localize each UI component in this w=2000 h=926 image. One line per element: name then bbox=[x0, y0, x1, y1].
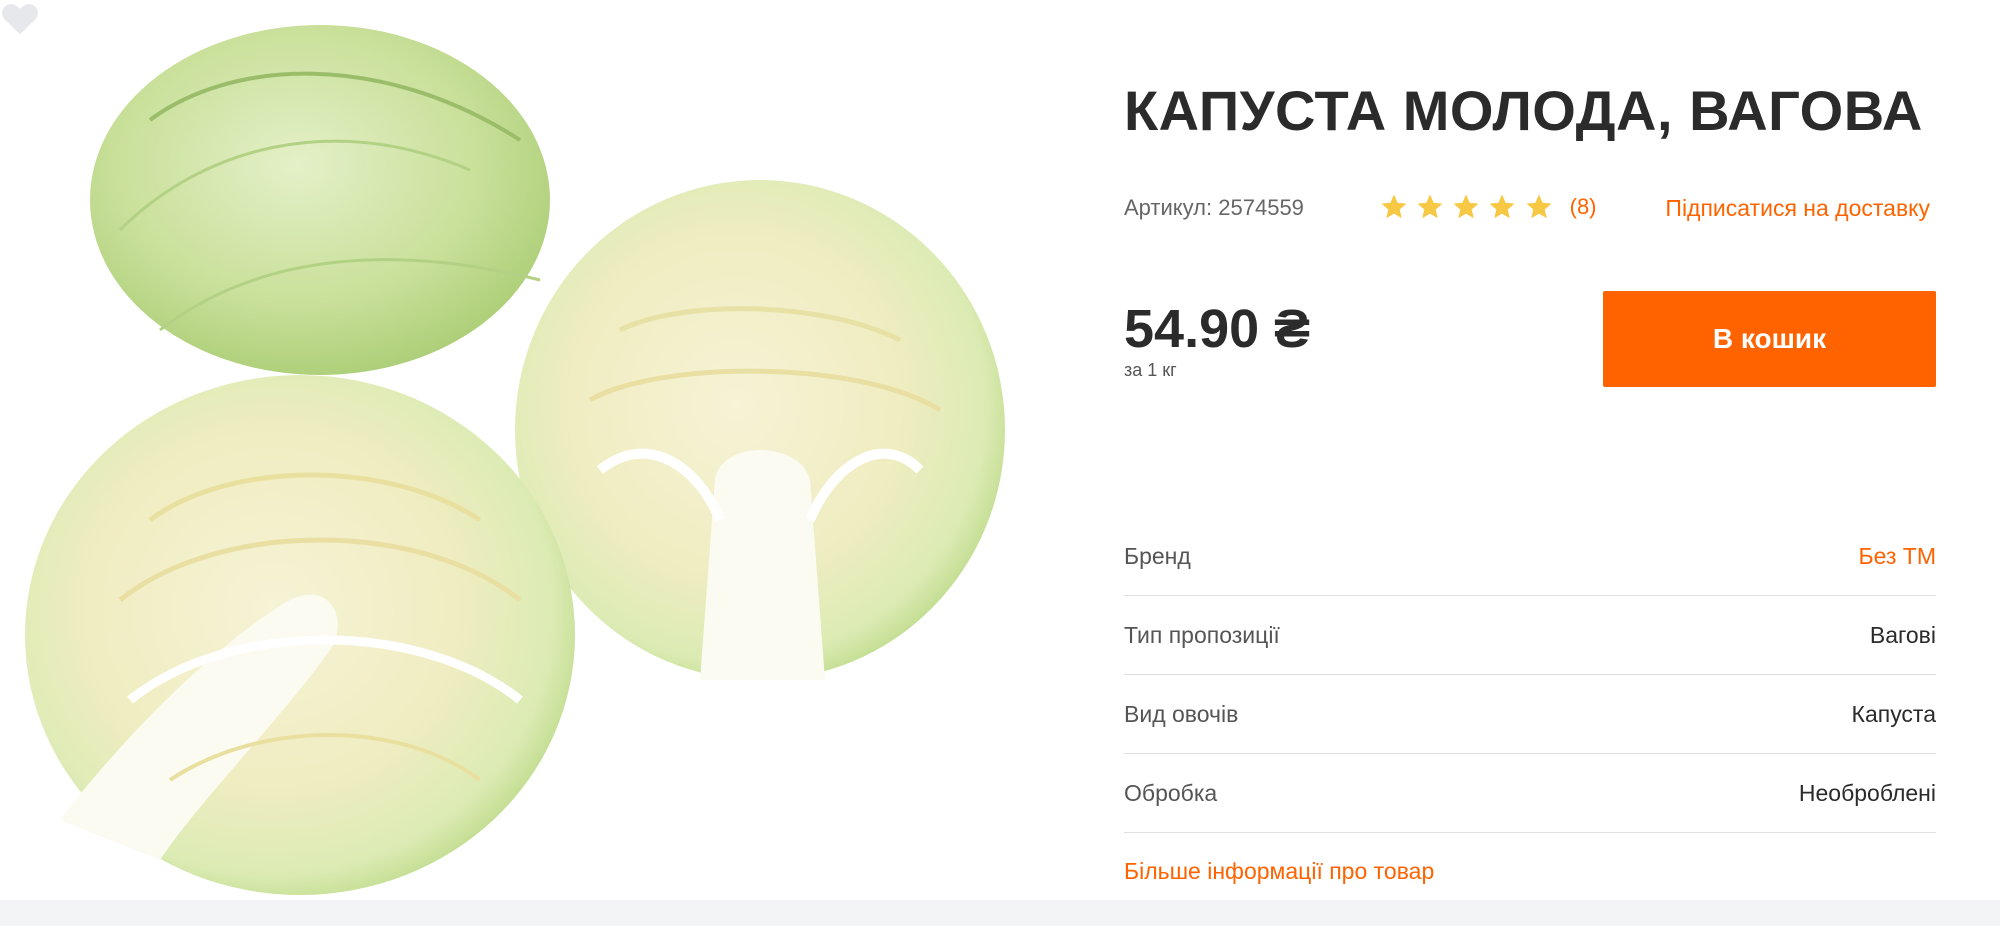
whole-cabbage bbox=[90, 25, 550, 375]
product-gallery bbox=[0, 0, 1050, 900]
product-meta: Артикул: 2574559 (8) Підписатися на дост… bbox=[1124, 192, 1936, 232]
star-icon bbox=[1489, 194, 1515, 219]
property-value: Капуста bbox=[1851, 701, 1936, 727]
property-value: Необроблені bbox=[1798, 780, 1936, 806]
star-icon bbox=[1381, 194, 1407, 219]
property-key: Бренд bbox=[1124, 543, 1191, 569]
property-key: Вид овочів bbox=[1124, 701, 1239, 727]
product-image bbox=[25, 25, 1005, 895]
property-row-processing: Обробка Необроблені bbox=[1124, 754, 1936, 833]
property-key: Тип пропозиції bbox=[1124, 622, 1280, 648]
more-info-link[interactable]: Більше інформації про товар bbox=[1124, 858, 1434, 885]
sku-label: Артикул: bbox=[1124, 195, 1213, 220]
product-properties: Бренд Без ТМ Тип пропозиції Вагові Вид о… bbox=[1124, 517, 1936, 833]
product-info: КАПУСТА МОЛОДА, ВАГОВА Артикул: 2574559 … bbox=[1124, 0, 1936, 900]
page-bottom-strip bbox=[0, 900, 2000, 926]
property-key: Обробка bbox=[1124, 780, 1218, 806]
product-price: 54.90 ₴ bbox=[1124, 299, 1311, 359]
star-icon bbox=[1417, 194, 1443, 219]
star-icon bbox=[1526, 194, 1551, 219]
rating-count[interactable]: (8) bbox=[1570, 194, 1597, 219]
price-unit: за 1 кг bbox=[1124, 360, 1177, 380]
property-row-vegetable-type: Вид овочів Капуста bbox=[1124, 675, 1936, 754]
sku-value: 2574559 bbox=[1218, 195, 1304, 220]
sku: Артикул: 2574559 bbox=[1124, 195, 1304, 221]
add-to-cart-button[interactable]: В кошик bbox=[1603, 291, 1936, 387]
heart-icon[interactable] bbox=[0, 0, 40, 36]
subscribe-delivery-link[interactable]: Підписатися на доставку bbox=[1665, 195, 1930, 222]
property-row-offer-type: Тип пропозиції Вагові bbox=[1124, 596, 1936, 675]
product-rating[interactable]: (8) bbox=[1379, 192, 1597, 226]
property-value-brand-link[interactable]: Без ТМ bbox=[1858, 543, 1936, 570]
product-title: КАПУСТА МОЛОДА, ВАГОВА bbox=[1124, 79, 1923, 142]
property-value: Вагові bbox=[1869, 622, 1936, 648]
star-icon bbox=[1453, 194, 1479, 219]
property-row-brand: Бренд Без ТМ bbox=[1124, 517, 1936, 596]
